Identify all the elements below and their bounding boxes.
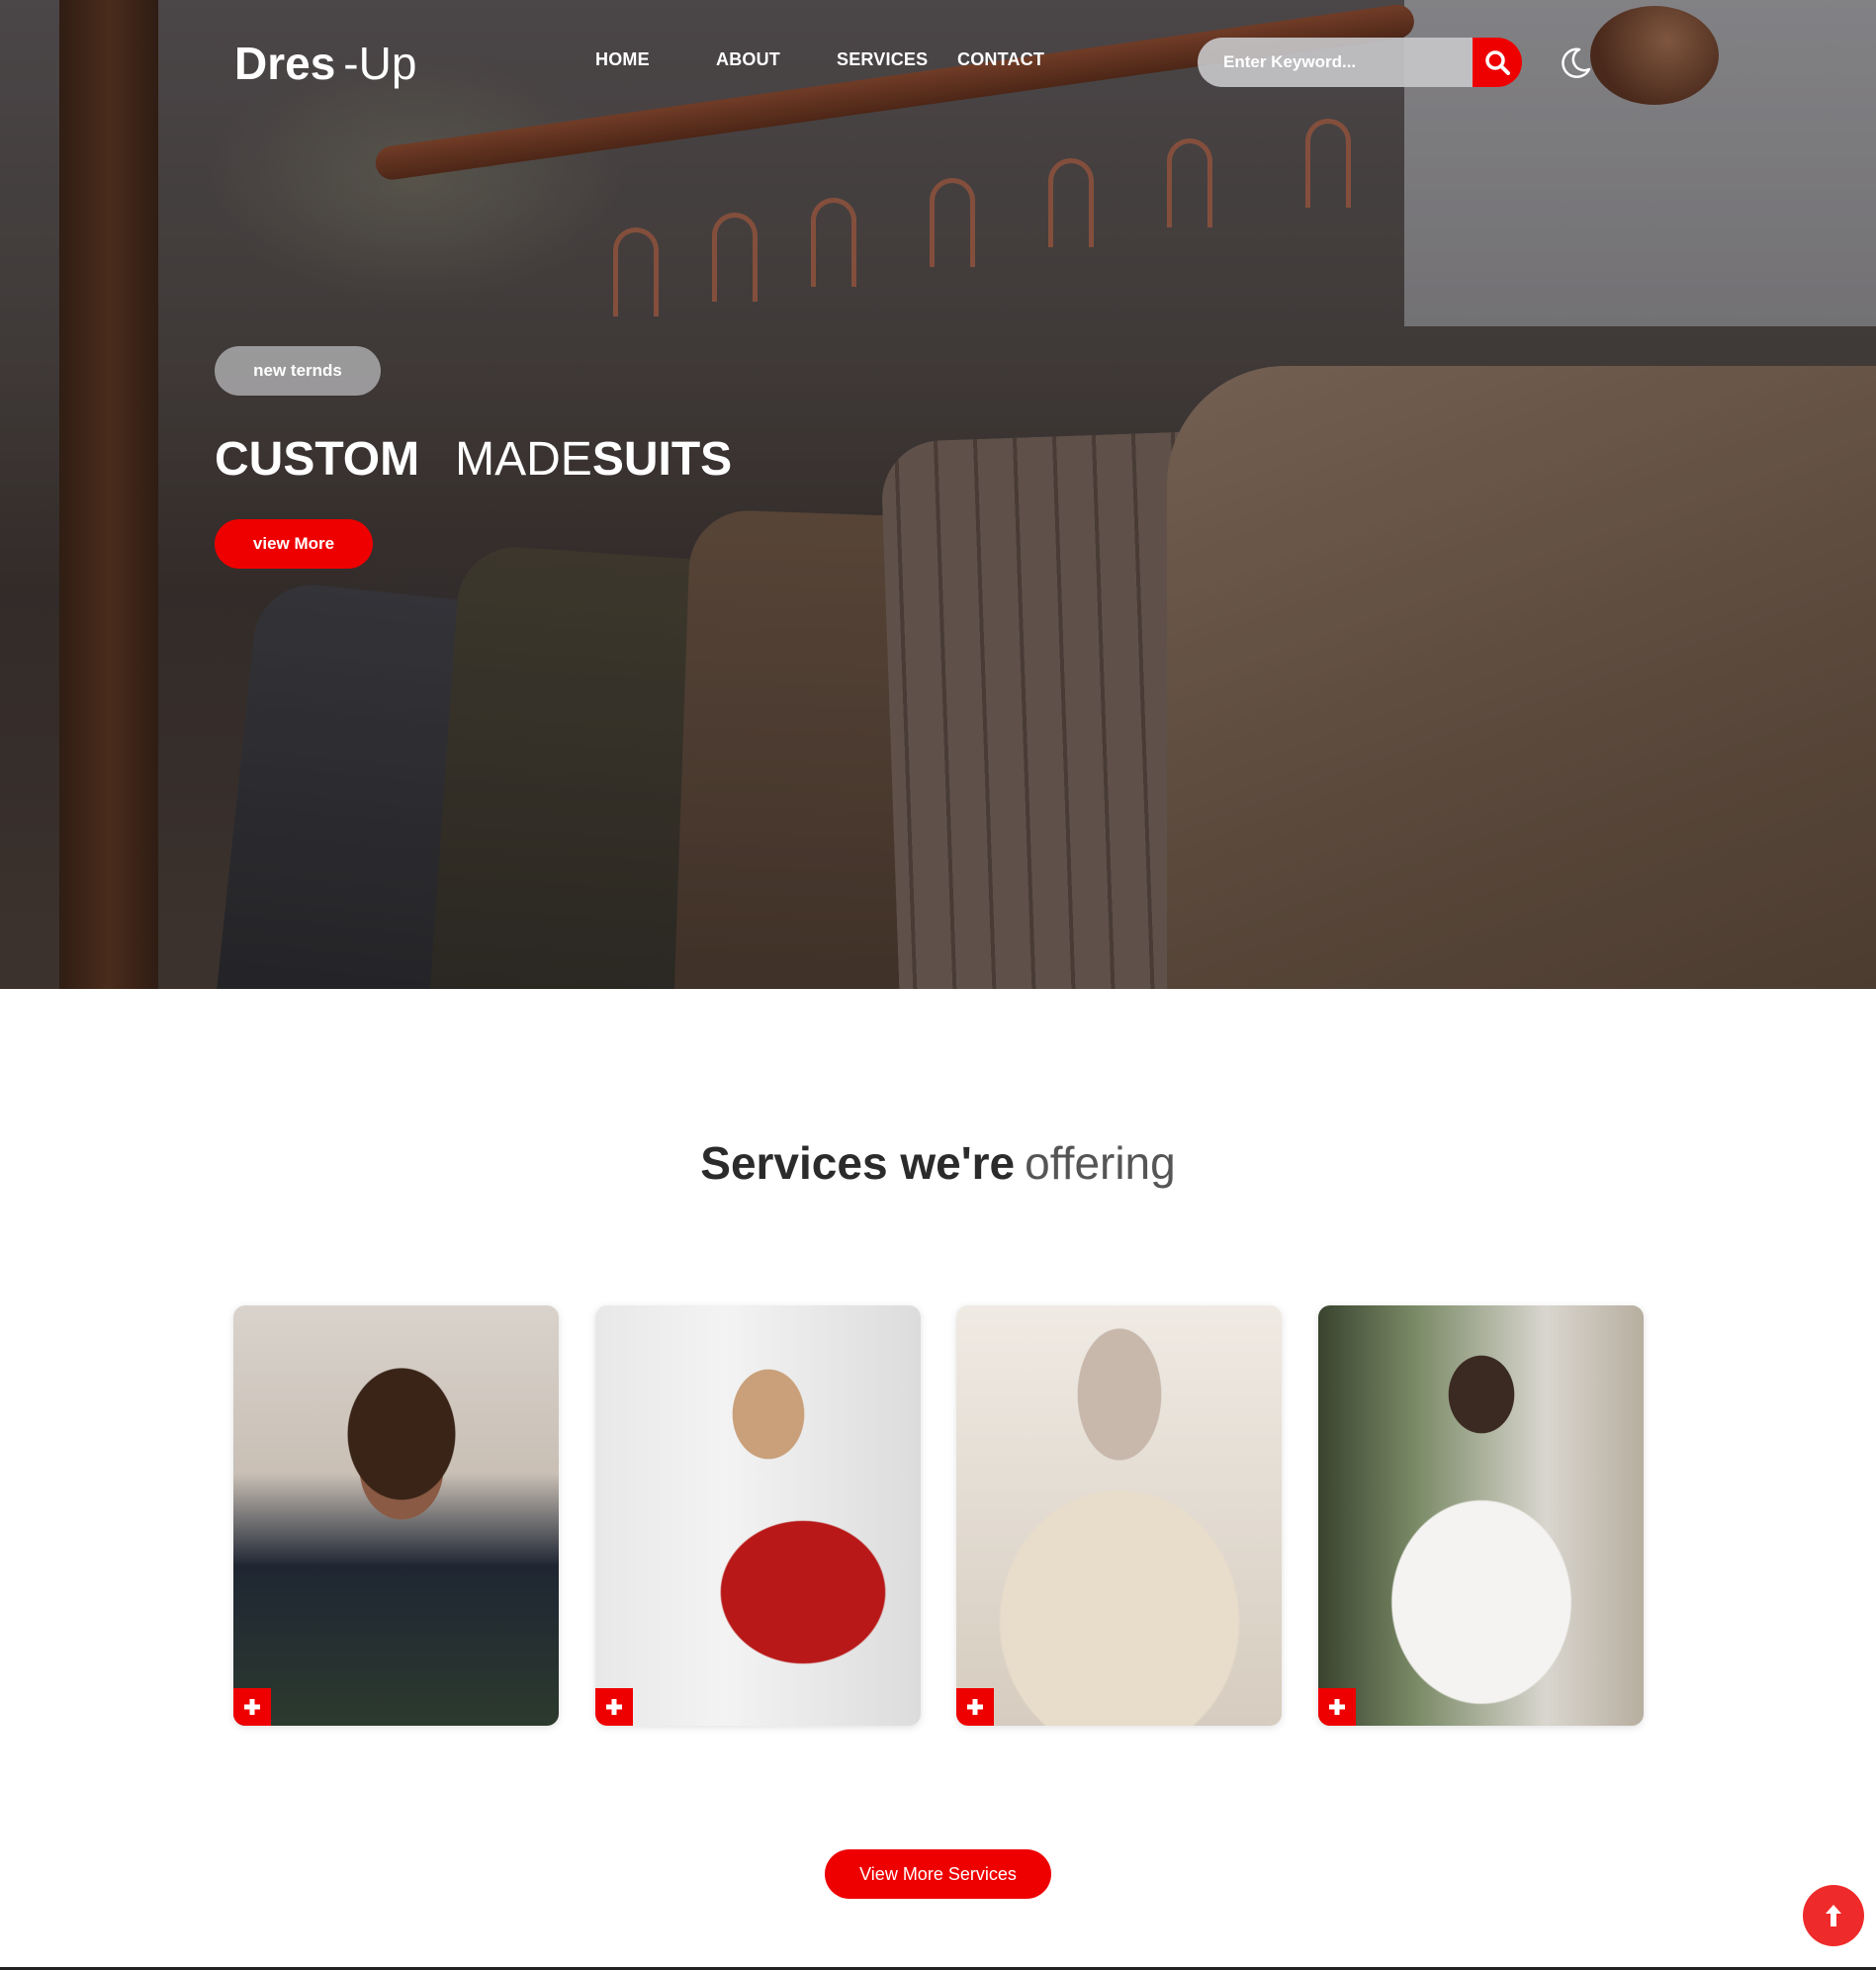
hero-headline: CUSTOM MADESUITS — [215, 431, 732, 489]
plus-icon — [1329, 1699, 1345, 1715]
hero-headline-part1: CUSTOM — [215, 433, 420, 486]
nav-services[interactable]: SERVICES — [837, 49, 928, 70]
plus-icon — [967, 1699, 983, 1715]
theme-toggle-button[interactable] — [1558, 45, 1593, 81]
nav-home[interactable]: HOME — [595, 49, 650, 70]
search-icon — [1485, 50, 1510, 75]
view-more-services-button[interactable]: View More Services — [825, 1849, 1051, 1899]
nav-about[interactable]: ABOUT — [716, 49, 780, 70]
plus-icon — [244, 1699, 260, 1715]
service-card-tailoring[interactable] — [956, 1305, 1282, 1726]
arrow-up-icon — [1826, 1905, 1841, 1926]
hero-headline-part2: MADE — [455, 433, 592, 486]
search-button[interactable] — [1473, 38, 1522, 87]
service-card-plus-button[interactable] — [956, 1688, 994, 1726]
brand-logo-bold: Dres — [234, 38, 336, 89]
hero-headline-part3: SUITS — [591, 433, 733, 486]
service-card-plus-button[interactable] — [1318, 1688, 1356, 1726]
services-title-light: offering — [1025, 1137, 1176, 1189]
brand-logo-light: -Up — [343, 38, 417, 89]
services-title-bold: Services we're — [700, 1137, 1016, 1189]
hero-banner — [0, 0, 1876, 989]
scroll-to-top-button[interactable] — [1803, 1885, 1864, 1946]
service-card-sewing[interactable] — [595, 1305, 921, 1726]
view-more-button[interactable]: view More — [215, 519, 373, 569]
moon-icon — [1562, 47, 1591, 79]
nav-contact[interactable]: CONTACT — [957, 49, 1044, 70]
plus-icon — [606, 1699, 622, 1715]
brand-logo[interactable]: Dres -Up — [234, 34, 416, 93]
services-title: Services we're offering — [0, 1133, 1876, 1193]
service-card-measuring[interactable] — [233, 1305, 559, 1726]
search-input[interactable] — [1198, 38, 1479, 87]
hero-tag: new ternds — [215, 346, 381, 396]
service-card-stitching[interactable] — [1318, 1305, 1644, 1726]
hero-overlay — [0, 0, 1876, 989]
service-card-plus-button[interactable] — [595, 1688, 633, 1726]
service-card-plus-button[interactable] — [233, 1688, 271, 1726]
